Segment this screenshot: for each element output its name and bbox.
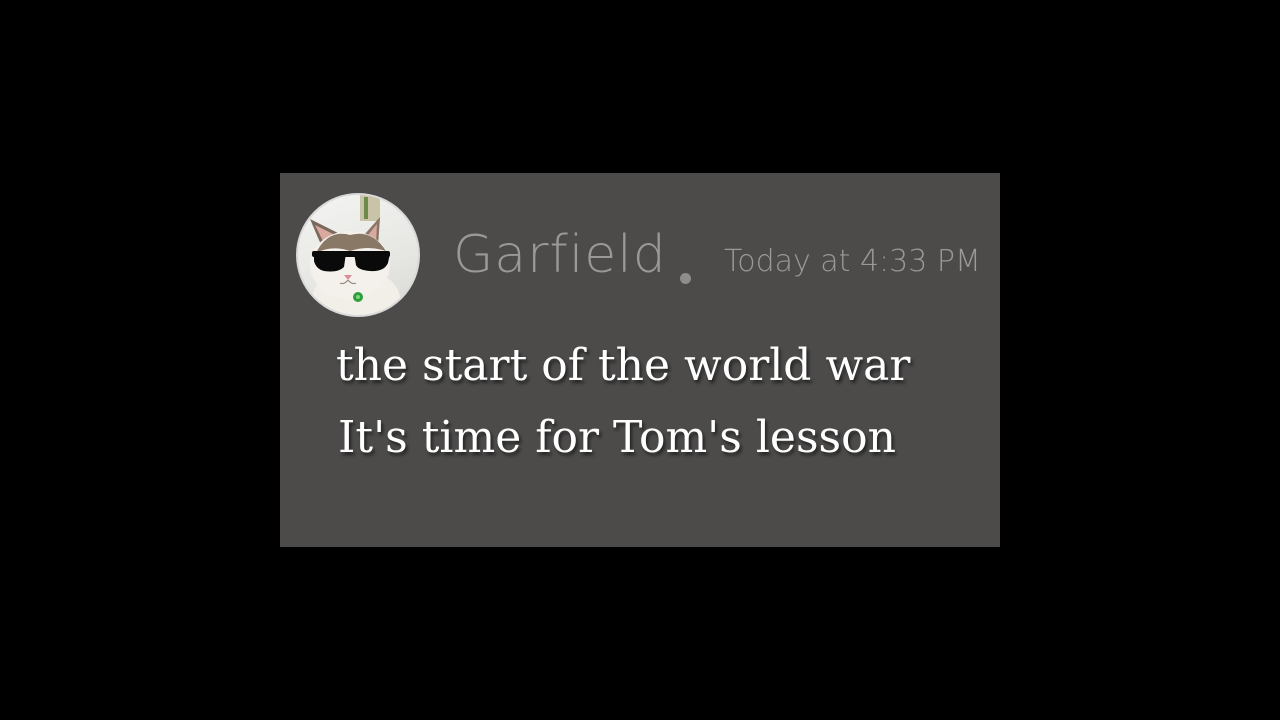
avatar[interactable] xyxy=(296,193,420,317)
cat-avatar-icon xyxy=(310,195,400,315)
message-timestamp: Today at 4:33 PM xyxy=(724,244,981,279)
message-line-2: It's time for Tom's lesson xyxy=(338,412,896,463)
separator-dot xyxy=(680,273,691,284)
author-name[interactable]: Garfield xyxy=(453,229,667,281)
chat-message: Garfield Today at 4:33 PM the start of t… xyxy=(280,173,1000,547)
video-frame: Garfield Today at 4:33 PM the start of t… xyxy=(0,0,1280,720)
message-line-1: the start of the world war xyxy=(336,340,911,391)
